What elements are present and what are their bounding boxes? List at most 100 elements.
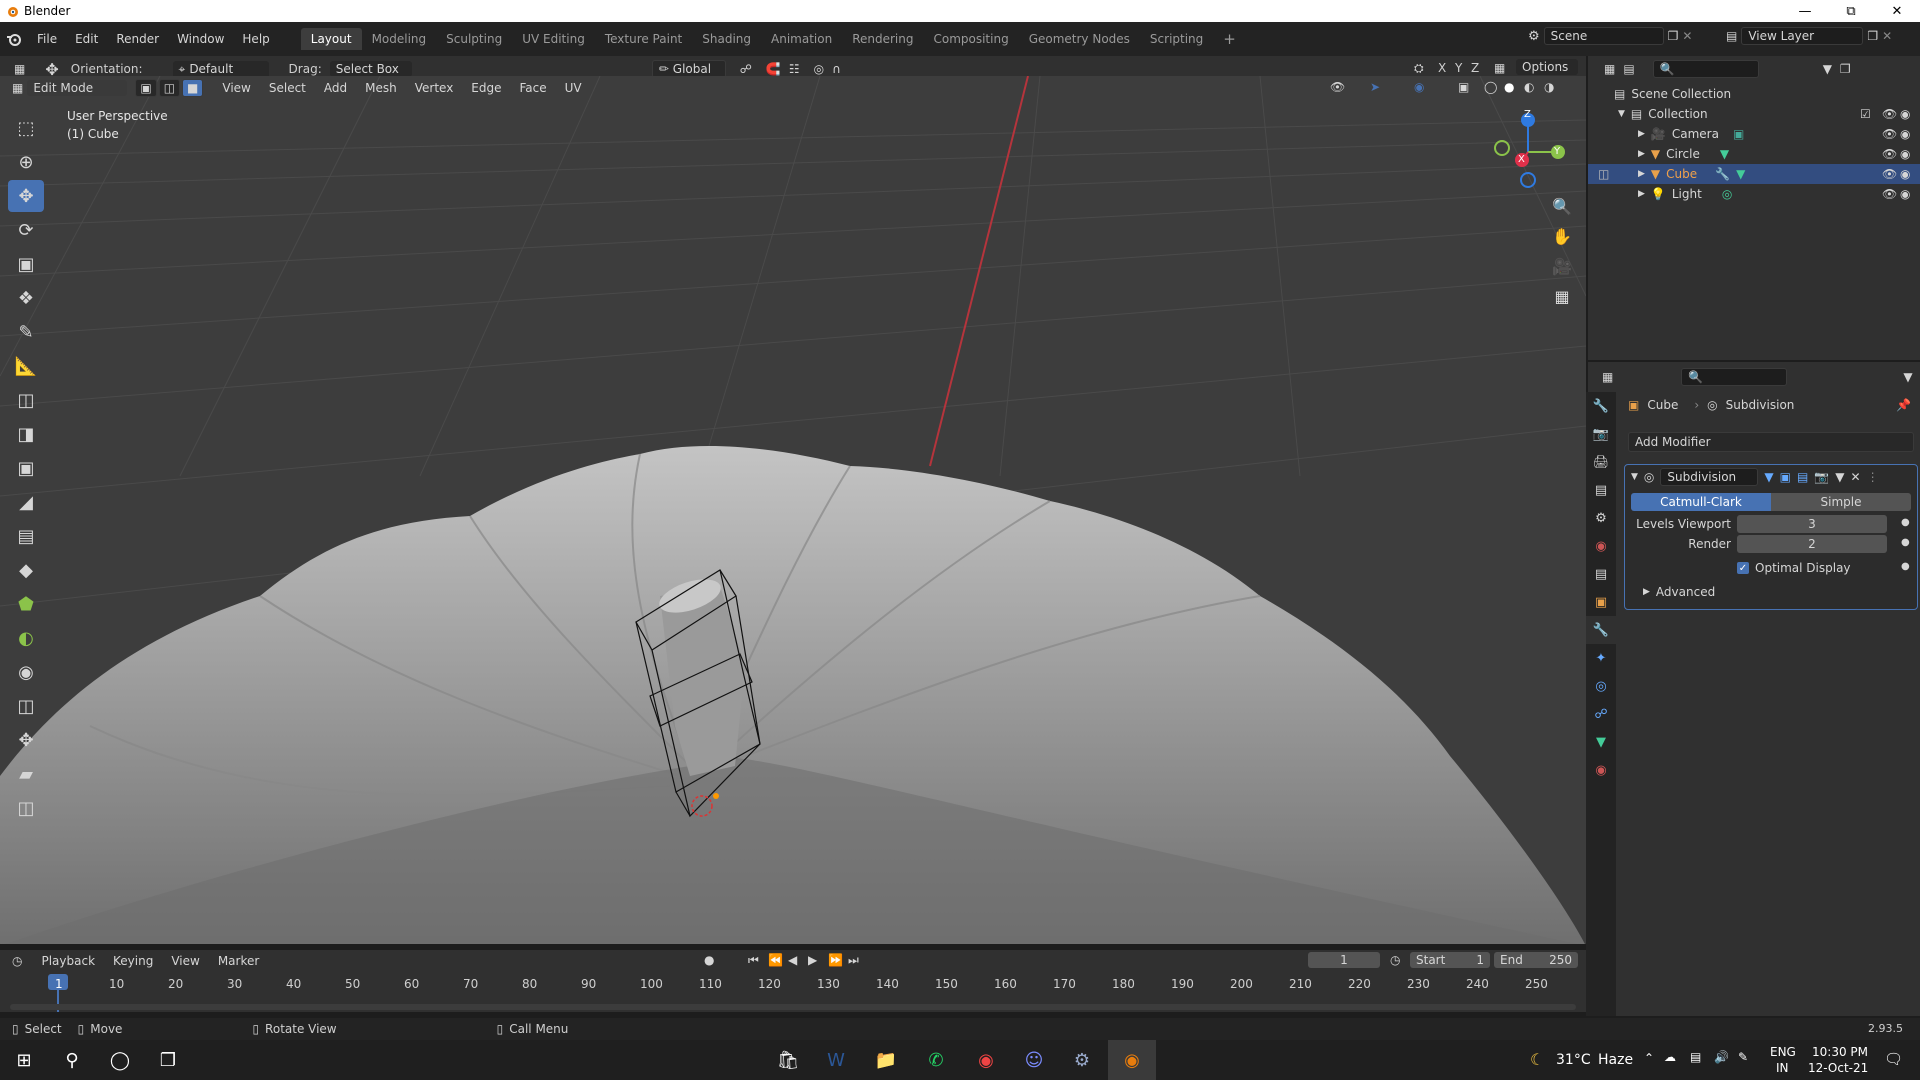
- file-explorer-icon[interactable]: 📁: [862, 1040, 910, 1080]
- task-view-icon[interactable]: ❐: [144, 1040, 192, 1080]
- light-render-icon[interactable]: ◉: [1900, 187, 1910, 201]
- outliner-item-circle[interactable]: ▶ ▼ Circle ▼ 👁 ◉: [1588, 144, 1920, 164]
- camera-view-icon[interactable]: 🎥: [1548, 252, 1576, 280]
- catmull-clark-button[interactable]: Catmull-Clark: [1631, 493, 1771, 511]
- rotate-tool-icon[interactable]: ⟳: [8, 214, 44, 246]
- network-icon[interactable]: ▤: [1690, 1050, 1701, 1064]
- outliner-item-camera[interactable]: ▶ 🎥 Camera ▣ 👁 ◉: [1588, 124, 1920, 144]
- delete-view-layer-icon[interactable]: ✕: [1882, 29, 1892, 43]
- close-window-button[interactable]: ✕: [1874, 0, 1920, 22]
- edit-mode-icon[interactable]: ◫: [1598, 167, 1609, 181]
- knife-tool-icon[interactable]: ◆: [8, 554, 44, 586]
- mirror-y-toggle[interactable]: Y: [1455, 61, 1462, 75]
- viewport-display-icon[interactable]: ▤: [1797, 470, 1808, 484]
- expand-icon[interactable]: ▶: [1638, 169, 1645, 179]
- options-dropdown[interactable]: Options: [1516, 59, 1578, 75]
- particles-tab-icon[interactable]: ✦: [1586, 644, 1616, 672]
- menu-edge[interactable]: Edge: [462, 81, 510, 95]
- blender-menu-icon[interactable]: [0, 31, 28, 47]
- keyframe-dot-icon[interactable]: ●: [1901, 537, 1910, 548]
- clock-time[interactable]: 10:30 PM: [1812, 1045, 1868, 1059]
- rendered-shading-icon[interactable]: ◑: [1544, 80, 1554, 94]
- auto-merge-icon[interactable]: ▦: [1494, 61, 1505, 75]
- world-tab-icon[interactable]: ◉: [1586, 532, 1616, 560]
- light-eye-icon[interactable]: 👁: [1882, 187, 1897, 201]
- data-tab-icon[interactable]: ▼: [1586, 728, 1616, 756]
- visibility-icon[interactable]: 👁: [1330, 80, 1345, 94]
- object-tab-icon[interactable]: ▣: [1586, 588, 1616, 616]
- onedrive-icon[interactable]: ☁: [1664, 1050, 1676, 1064]
- overlay-toggle-icon[interactable]: ◉: [1414, 80, 1424, 94]
- collapse-icon[interactable]: ▼: [1618, 109, 1625, 119]
- outliner-display-mode-icon[interactable]: ▤: [1623, 62, 1634, 76]
- gizmo-toggle-icon[interactable]: ➤: [1370, 80, 1380, 94]
- delete-scene-icon[interactable]: ✕: [1682, 29, 1692, 43]
- modifier-dropdown-icon[interactable]: ▼: [1835, 470, 1844, 484]
- collection-checkbox-icon[interactable]: ☑: [1860, 107, 1871, 121]
- drag-handle-icon[interactable]: ⋮: [1867, 470, 1879, 484]
- render-levels-field[interactable]: 2: [1737, 535, 1887, 553]
- filter-icon[interactable]: ▼: [1823, 62, 1832, 76]
- menu-view[interactable]: View: [213, 81, 259, 95]
- menu-render[interactable]: Render: [107, 32, 168, 46]
- record-icon[interactable]: ●: [704, 953, 714, 967]
- expand-icon[interactable]: ▶: [1638, 129, 1645, 139]
- restore-button[interactable]: ⧉: [1828, 0, 1874, 22]
- tab-scripting[interactable]: Scripting: [1140, 28, 1213, 50]
- editor-type-icon[interactable]: ▦: [14, 62, 25, 76]
- drag-dropdown[interactable]: Select Box: [329, 61, 412, 77]
- shrink-fatten-tool-icon[interactable]: ✥: [8, 724, 44, 756]
- menu-help[interactable]: Help: [233, 32, 278, 46]
- circle-render-icon[interactable]: ◉: [1900, 147, 1910, 161]
- camera-eye-icon[interactable]: 👁: [1882, 127, 1897, 141]
- shear-tool-icon[interactable]: ▰: [8, 758, 44, 790]
- expand-icon[interactable]: ▶: [1638, 149, 1645, 159]
- scene-selector[interactable]: Scene: [1543, 27, 1664, 45]
- play-icon[interactable]: ▶: [808, 953, 817, 967]
- discord-icon[interactable]: ☺: [1010, 1040, 1058, 1080]
- cursor-tool-icon[interactable]: ⊕: [8, 146, 44, 178]
- properties-editor-icon[interactable]: ▦: [1602, 370, 1613, 384]
- minimize-button[interactable]: —: [1782, 0, 1828, 22]
- advanced-subpanel-toggle[interactable]: ▶ Advanced: [1643, 585, 1715, 599]
- menu-uv[interactable]: UV: [556, 81, 591, 95]
- modifier-tab-icon[interactable]: 🔧: [1586, 616, 1616, 644]
- properties-search-input[interactable]: 🔍: [1681, 368, 1788, 386]
- wireframe-shading-icon[interactable]: ◯: [1484, 80, 1497, 94]
- menu-edit[interactable]: Edit: [66, 32, 107, 46]
- circle-mesh-data-icon[interactable]: ▼: [1720, 147, 1729, 161]
- cube-modifier-icon[interactable]: 🔧: [1715, 167, 1730, 181]
- tab-texture-paint[interactable]: Texture Paint: [595, 28, 692, 50]
- steam-icon[interactable]: ⚙: [1058, 1040, 1106, 1080]
- scale-tool-icon[interactable]: ▣: [8, 248, 44, 280]
- menu-window[interactable]: Window: [168, 32, 233, 46]
- tab-layout[interactable]: Layout: [300, 28, 362, 50]
- mode-dropdown[interactable]: Edit Mode: [27, 80, 128, 96]
- output-tab-icon[interactable]: 🖨: [1586, 448, 1616, 476]
- store-icon[interactable]: 🛍: [764, 1040, 812, 1080]
- pin-icon[interactable]: 📌: [1896, 398, 1911, 412]
- timeline-scrollbar[interactable]: [10, 1004, 1576, 1010]
- menu-timeline-view[interactable]: View: [162, 954, 208, 968]
- tab-compositing[interactable]: Compositing: [923, 28, 1018, 50]
- constraints-tab-icon[interactable]: ☍: [1586, 700, 1616, 728]
- end-frame-field[interactable]: End 250: [1494, 952, 1578, 968]
- edge-select-icon[interactable]: ◫: [158, 79, 181, 97]
- tab-rendering[interactable]: Rendering: [842, 28, 923, 50]
- gizmo-neg-z-icon[interactable]: [1520, 172, 1536, 188]
- play-reverse-icon[interactable]: ◀: [788, 953, 797, 967]
- menu-add[interactable]: Add: [315, 81, 356, 95]
- cube-eye-icon[interactable]: 👁: [1882, 167, 1897, 181]
- tab-modeling[interactable]: Modeling: [362, 28, 437, 50]
- transform-tool-icon[interactable]: ❖: [8, 282, 44, 314]
- expand-icon[interactable]: ▶: [1638, 189, 1645, 199]
- new-view-layer-icon[interactable]: ❐: [1867, 29, 1878, 43]
- loop-cut-tool-icon[interactable]: ▤: [8, 520, 44, 552]
- tab-shading[interactable]: Shading: [692, 28, 761, 50]
- edge-slide-tool-icon[interactable]: ◫: [8, 690, 44, 722]
- poly-build-tool-icon[interactable]: ⬟: [8, 588, 44, 620]
- view-layer-icon[interactable]: ▤: [1726, 29, 1737, 43]
- next-keyframe-icon[interactable]: ⏩: [828, 953, 843, 967]
- collection-camera-icon[interactable]: ◉: [1900, 107, 1910, 121]
- falloff-icon[interactable]: ∩: [832, 62, 841, 76]
